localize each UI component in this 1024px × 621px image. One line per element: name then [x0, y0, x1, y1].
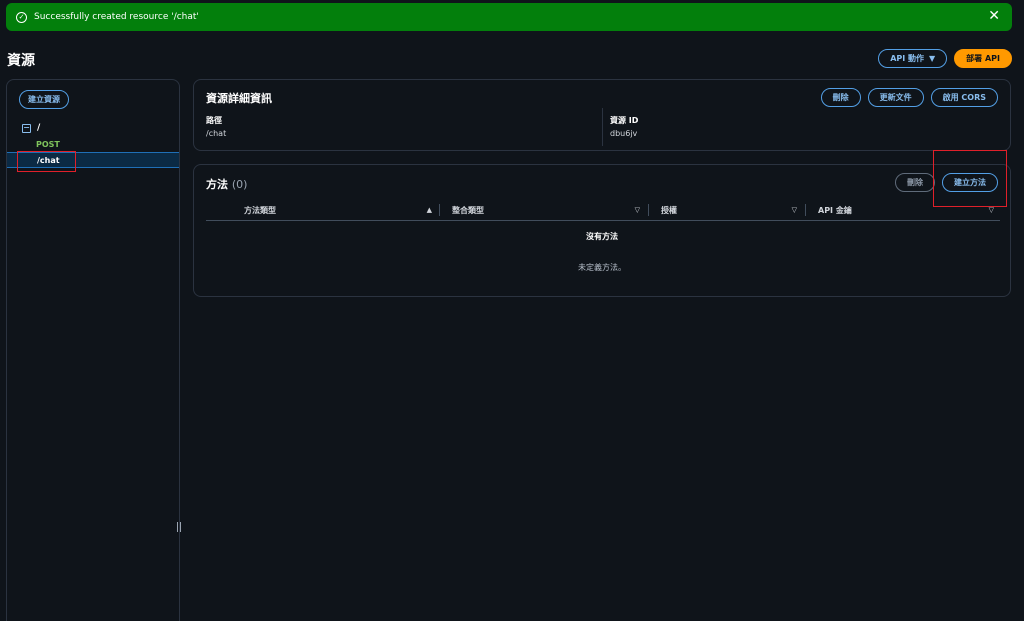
- close-icon[interactable]: ✕: [988, 9, 1000, 23]
- annotation-box-create-method: [933, 150, 1007, 207]
- delete-method-button[interactable]: 刪除: [895, 173, 935, 192]
- api-actions-label: API 動作: [890, 54, 925, 63]
- api-actions-button[interactable]: API 動作 ▼: [878, 49, 948, 68]
- column-header-integration-type[interactable]: 整合類型 ▽: [446, 199, 646, 221]
- annotation-box-chat: [17, 151, 76, 172]
- flash-message: Successfully created resource '/chat': [34, 12, 199, 22]
- column-header-label: API 金鑰: [818, 205, 852, 215]
- path-field: 路徑 /chat: [206, 115, 226, 138]
- path-value: /chat: [206, 129, 227, 138]
- page-actions: API 動作 ▼ 部署 API: [878, 49, 1012, 68]
- column-header-method-type[interactable]: 方法類型 ▲: [238, 199, 438, 221]
- resource-details-panel: 資源詳細資訊 刪除 更新文件 啟用 CORS 路徑 /chat 資源 ID db…: [193, 79, 1011, 151]
- column-header-authorization[interactable]: 授權 ▽: [655, 199, 803, 221]
- page-title: 資源: [7, 53, 35, 69]
- success-flash-banner: ✓ Successfully created resource '/chat' …: [6, 3, 1012, 31]
- empty-state-description: 未定義方法。: [578, 263, 626, 272]
- column-header-label: 整合類型: [452, 205, 484, 215]
- sort-ascending-icon[interactable]: ▲: [427, 206, 432, 214]
- tree-item-post-method[interactable]: POST: [7, 136, 179, 152]
- create-resource-button[interactable]: 建立資源: [19, 90, 69, 109]
- column-divider: [439, 204, 446, 216]
- delete-resource-button[interactable]: 刪除: [820, 88, 861, 107]
- sort-icon[interactable]: ▽: [989, 206, 994, 214]
- check-circle-icon: ✓: [16, 11, 27, 23]
- resource-id-value: dbu6jv: [610, 129, 638, 138]
- column-header-label: 授權: [661, 205, 677, 215]
- methods-panel: 方法 (0) 刪除 建立方法 方法類型 ▲ 整合類型 ▽ 授權 ▽ API 金鑰…: [193, 164, 1011, 297]
- enable-cors-button[interactable]: 啟用 CORS: [930, 88, 998, 107]
- methods-count: (0): [231, 178, 248, 191]
- update-docs-button[interactable]: 更新文件: [867, 88, 924, 107]
- sort-icon[interactable]: ▽: [792, 206, 797, 214]
- methods-title: 方法 (0): [206, 176, 247, 192]
- caret-down-icon: ▼: [929, 54, 936, 63]
- tree-item-root-label: /: [37, 123, 41, 133]
- resource-details-title: 資源詳細資訊: [206, 92, 272, 105]
- resize-handle-icon[interactable]: [177, 522, 181, 532]
- deploy-api-button[interactable]: 部署 API: [954, 49, 1012, 68]
- column-divider: [648, 204, 655, 216]
- methods-title-text: 方法: [206, 178, 228, 191]
- path-label: 路徑: [206, 116, 222, 125]
- tree-item-root[interactable]: − /: [7, 120, 179, 136]
- resource-id-field: 資源 ID dbu6jv: [602, 108, 638, 146]
- empty-state-title: 沒有方法: [586, 232, 618, 241]
- methods-table-header: 方法類型 ▲ 整合類型 ▽ 授權 ▽ API 金鑰 ▽: [206, 199, 1000, 221]
- tree-item-post-label: POST: [36, 139, 60, 149]
- column-header-label: 方法類型: [244, 205, 276, 215]
- column-divider: [805, 204, 812, 216]
- resource-details-actions: 刪除 更新文件 啟用 CORS: [820, 88, 998, 107]
- collapse-icon[interactable]: −: [22, 123, 31, 133]
- resource-id-label: 資源 ID: [610, 116, 639, 125]
- sort-icon[interactable]: ▽: [635, 206, 640, 214]
